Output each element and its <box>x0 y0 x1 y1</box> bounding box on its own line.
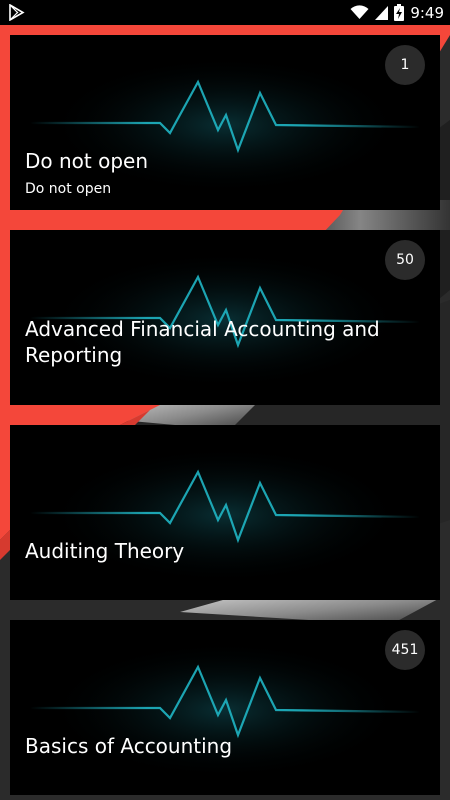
card-title: Advanced Financial Accounting and Report… <box>25 317 380 367</box>
course-card[interactable]: 451 Basics of Accounting <box>10 620 440 795</box>
course-card[interactable]: 50 Advanced Financial Accounting and Rep… <box>10 230 440 405</box>
status-bar: 9:49 <box>0 0 450 25</box>
play-store-icon <box>9 4 25 21</box>
count-badge: 451 <box>385 630 425 670</box>
card-title: Basics of Accounting <box>25 734 233 758</box>
heartbeat-wave-icon <box>30 445 421 585</box>
course-card[interactable]: 1 Do not open Do not open <box>10 35 440 210</box>
count-badge: 50 <box>385 240 425 280</box>
course-card[interactable]: Auditing Theory <box>10 425 440 600</box>
count-badge: 1 <box>385 45 425 85</box>
wifi-icon <box>350 5 369 20</box>
battery-charging-icon <box>394 4 405 21</box>
card-title: Do not open <box>25 149 149 173</box>
heartbeat-wave-icon <box>30 640 421 780</box>
status-time: 9:49 <box>410 3 444 22</box>
cell-signal-icon <box>375 6 389 20</box>
card-subtitle: Do not open <box>25 181 112 197</box>
card-title: Auditing Theory <box>25 539 185 563</box>
